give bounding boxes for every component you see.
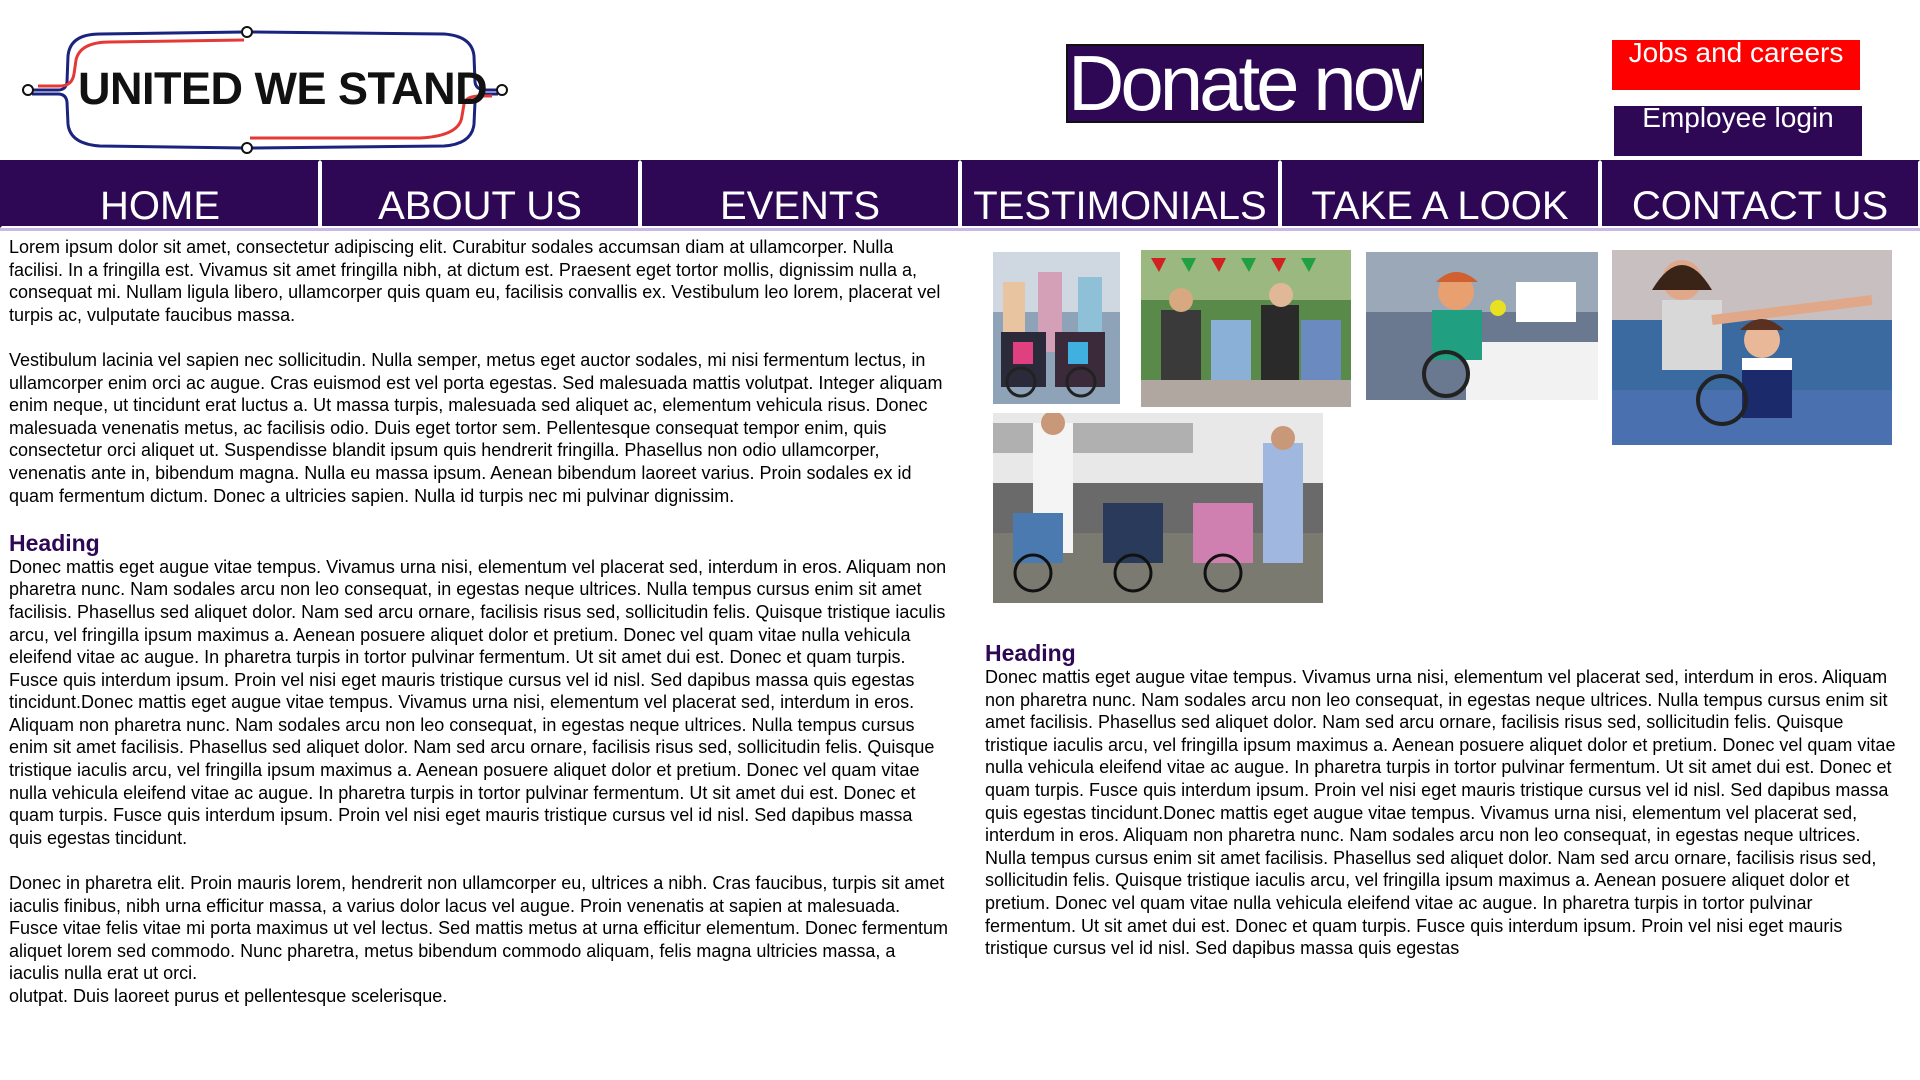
body-paragraph-2: Vestibulum lacinia vel sapien nec sollic… xyxy=(9,349,943,506)
main-nav: HOME ABOUT US EVENTS TESTIMONIALS TAKE A… xyxy=(0,160,1920,231)
body-paragraph-3: Donec mattis eget augue vitae tempus. Vi… xyxy=(9,556,947,848)
photo-children-wheelchairs-image xyxy=(993,413,1323,603)
gallery-photo-4[interactable] xyxy=(1612,250,1892,445)
right-body-paragraph: Donec mattis eget augue vitae tempus. Vi… xyxy=(985,667,1896,959)
nav-item-testimonials[interactable]: TESTIMONIALS xyxy=(960,160,1280,228)
site-logo[interactable]: UNITED WE STAND xyxy=(20,24,510,154)
photo-girl-with-ball-image xyxy=(1366,252,1598,400)
nav-item-home[interactable]: HOME xyxy=(0,160,320,228)
intro-paragraph: Lorem ipsum dolor sit amet, consectetur … xyxy=(9,237,941,325)
nav-item-take-a-look[interactable]: TAKE A LOOK xyxy=(1280,160,1600,228)
right-content: Heading Donec mattis eget augue vitae te… xyxy=(985,640,1905,960)
photo-family-outdoor-image xyxy=(1141,250,1351,407)
photo-group-wheelchairs-image xyxy=(993,252,1120,404)
gallery-photo-1[interactable] xyxy=(993,252,1120,404)
nav-item-events[interactable]: EVENTS xyxy=(640,160,960,228)
photo-dance-class-image xyxy=(1612,250,1892,445)
gallery-photo-5[interactable] xyxy=(993,413,1323,603)
employee-login-button[interactable]: Employee login xyxy=(1614,106,1862,156)
donate-button[interactable]: Donate now! xyxy=(1066,44,1424,123)
nav-item-about-us[interactable]: ABOUT US xyxy=(320,160,640,228)
nav-item-contact-us[interactable]: CONTACT US xyxy=(1600,160,1920,228)
jobs-and-careers-button[interactable]: Jobs and careers xyxy=(1612,40,1860,90)
body-paragraph-4: Donec in pharetra elit. Proin mauris lor… xyxy=(9,873,949,984)
left-content: Lorem ipsum dolor sit amet, consectetur … xyxy=(9,236,949,1008)
gallery-photo-3[interactable] xyxy=(1366,252,1598,400)
section-heading-right: Heading xyxy=(985,640,1076,666)
body-paragraph-5: olutpat. Duis laoreet purus et pellentes… xyxy=(9,986,448,1006)
gallery-photo-2[interactable] xyxy=(1141,250,1351,407)
logo-text: UNITED WE STAND xyxy=(78,63,488,114)
section-heading-left: Heading xyxy=(9,529,100,556)
